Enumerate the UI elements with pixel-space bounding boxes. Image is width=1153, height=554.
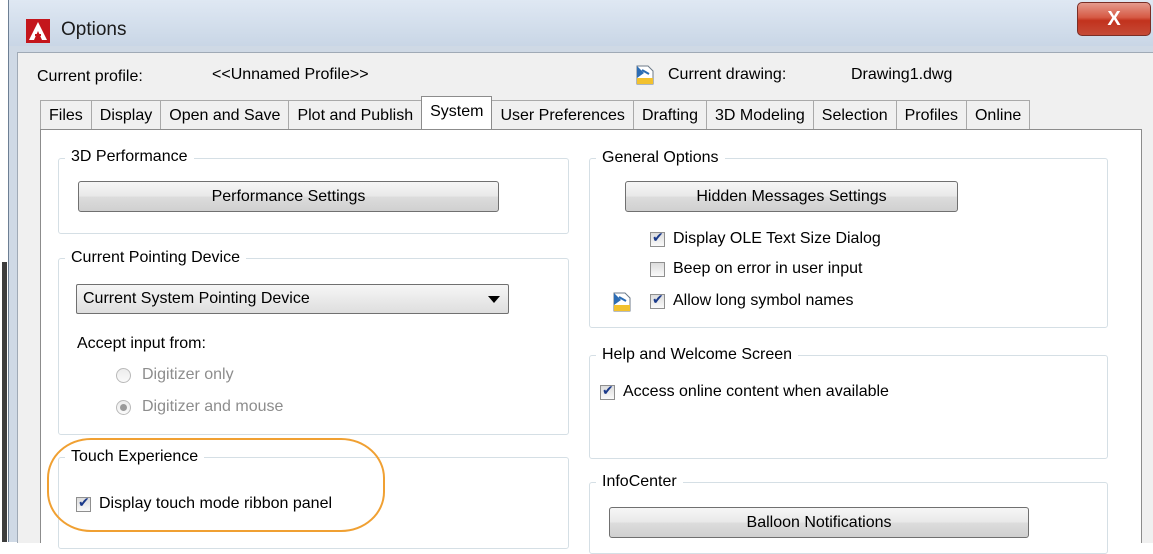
- current-profile-label: Current profile:: [37, 68, 143, 85]
- tab-user-preferences[interactable]: User Preferences: [491, 100, 634, 129]
- close-button[interactable]: X: [1077, 2, 1151, 36]
- tab-drafting[interactable]: Drafting: [632, 100, 707, 129]
- tab-strip: Files Display Open and Save Plot and Pub…: [40, 96, 1031, 129]
- tab-profiles[interactable]: Profiles: [895, 100, 967, 129]
- hidden-messages-settings-button[interactable]: Hidden Messages Settings: [625, 181, 958, 212]
- pointing-device-select[interactable]: Current System Pointing Device: [76, 284, 509, 314]
- window-title: Options: [61, 19, 127, 40]
- beep-on-error-checkbox[interactable]: [650, 262, 665, 277]
- online-content-label: Access online content when available: [623, 383, 889, 400]
- touch-experience-group-title: Touch Experience: [65, 448, 205, 466]
- beep-on-error-label: Beep on error in user input: [673, 260, 863, 277]
- autocad-logo-icon: [26, 19, 50, 43]
- digitizer-and-mouse-radio[interactable]: [116, 400, 131, 415]
- performance-settings-button[interactable]: Performance Settings: [78, 181, 499, 212]
- drawing-file-icon: [636, 65, 654, 85]
- background-bar: [2, 262, 7, 542]
- pointing-device-select-value: Current System Pointing Device: [83, 290, 310, 307]
- general-options-group-title: General Options: [596, 149, 725, 167]
- help-welcome-group-title: Help and Welcome Screen: [596, 346, 799, 364]
- balloon-notifications-button[interactable]: Balloon Notifications: [609, 507, 1029, 538]
- online-content-checkbox[interactable]: [600, 383, 615, 400]
- digitizer-only-radio[interactable]: [116, 368, 131, 383]
- tab-3d-modeling[interactable]: 3D Modeling: [705, 100, 814, 129]
- digitizer-and-mouse-label: Digitizer and mouse: [142, 398, 284, 415]
- tab-system[interactable]: System: [421, 96, 493, 129]
- tab-online[interactable]: Online: [965, 100, 1031, 129]
- chevron-down-icon: [488, 296, 500, 303]
- tab-display[interactable]: Display: [90, 100, 162, 129]
- long-symbol-names-checkbox[interactable]: [650, 292, 665, 309]
- current-drawing-value: Drawing1.dwg: [851, 66, 953, 83]
- tab-files[interactable]: Files: [40, 100, 92, 129]
- current-profile-value: <<Unnamed Profile>>: [212, 66, 369, 83]
- accept-input-label: Accept input from:: [77, 335, 206, 352]
- pointing-device-group-title: Current Pointing Device: [65, 249, 246, 267]
- performance-group-title: 3D Performance: [65, 148, 194, 166]
- tab-plot-and-publish[interactable]: Plot and Publish: [288, 100, 423, 129]
- digitizer-only-label: Digitizer only: [142, 366, 234, 383]
- drawing-file-icon: [613, 292, 631, 312]
- ole-text-size-checkbox[interactable]: [650, 230, 665, 247]
- ole-text-size-label: Display OLE Text Size Dialog: [673, 230, 881, 247]
- current-drawing-label: Current drawing:: [668, 66, 787, 83]
- long-symbol-names-label: Allow long symbol names: [673, 292, 854, 309]
- close-icon: X: [1107, 8, 1121, 30]
- help-welcome-group: [589, 355, 1108, 459]
- title-bar[interactable]: Options: [9, 0, 1153, 46]
- touch-mode-ribbon-label: Display touch mode ribbon panel: [99, 495, 333, 512]
- touch-mode-ribbon-checkbox[interactable]: [76, 495, 91, 512]
- tab-selection[interactable]: Selection: [812, 100, 897, 129]
- infocenter-group-title: InfoCenter: [596, 473, 683, 491]
- tab-open-and-save[interactable]: Open and Save: [160, 100, 290, 129]
